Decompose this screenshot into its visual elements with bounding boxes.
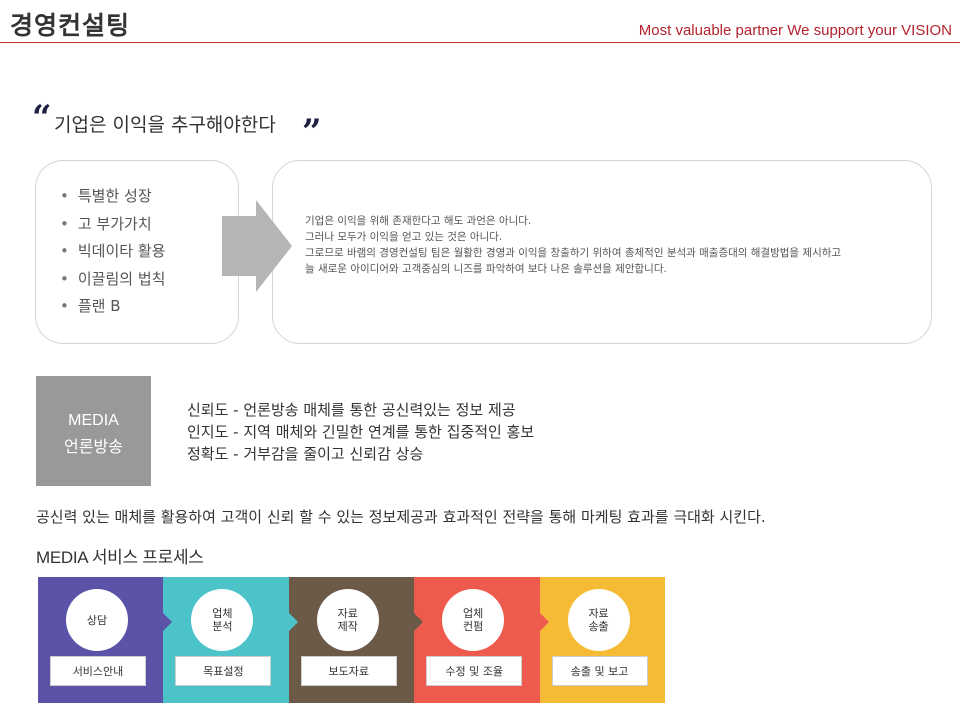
description-text: 기업은 이익을 위해 존재한다고 해도 과언은 아니다. 그러나 모두가 이익을… (305, 213, 935, 277)
step-arrow-icon (288, 613, 298, 631)
right-arrow-icon (222, 200, 292, 292)
step-circle: 업체 컨펌 (442, 589, 505, 651)
process-step-analysis: 업체 분석 목표설정 (163, 577, 298, 703)
step-circle-line: 송출 (588, 620, 609, 633)
media-benefits-list: 신뢰도 - 언론방송 매체를 통한 공신력있는 정보 제공 인지도 - 지역 매… (187, 400, 534, 466)
step-label: 보도자료 (300, 656, 397, 686)
process-step-consult: 상담 서비스안내 (38, 577, 173, 703)
media-badge-subtitle: 언론방송 (64, 437, 123, 456)
description-line: 기업은 이익을 위해 존재한다고 해도 과언은 아니다. (305, 215, 532, 227)
process-flow: 상담 서비스안내 업체 분석 목표설정 자료 제작 보도자료 업체 컨펌 수정 … (38, 577, 665, 703)
process-step-transmit: 자료 송출 송출 및 보고 (539, 577, 665, 703)
description-line: 그러나 모두가 이익을 얻고 있는 것은 아니다. (305, 231, 503, 243)
description-line: 늘 새로운 아이디어와 고객중심의 니즈를 파악하여 보다 나은 솔루션을 제안… (305, 263, 667, 275)
description-line: 그로므로 바램의 경영컨설팅 팀은 월활한 경영과 이익을 창출하기 위하여 총… (305, 247, 842, 259)
page-title: 경영컨설팅 (10, 11, 131, 40)
keyword-item: 이끌림의 법칙 (60, 268, 166, 296)
step-label: 송출 및 보고 (551, 656, 648, 686)
step-circle: 자료 송출 (567, 589, 630, 651)
step-arrow-icon (163, 613, 173, 631)
step-circle: 상담 (66, 589, 128, 651)
step-circle-line: 자료 (337, 607, 358, 620)
media-benefit-item: 인지도 - 지역 매체와 긴밀한 연계를 통한 집중적인 홍보 (187, 423, 535, 441)
close-quote-icon: ” (302, 112, 322, 152)
step-circle: 자료 제작 (316, 589, 379, 651)
header-slogan: Most valuable partner We support your VI… (638, 22, 952, 39)
step-label: 서비스안내 (50, 656, 146, 686)
step-circle-line: 컨펌 (463, 620, 484, 633)
page-header: 경영컨설팅 Most valuable partner We support y… (0, 0, 960, 46)
header-divider (0, 42, 960, 43)
quote-text: 기업은 이익을 추구해야한다 (54, 114, 276, 136)
keywords-list: 특별한 성장 고 부가가치 빅데이타 활용 이끌림의 법칙 플랜 B (60, 185, 166, 323)
media-badge: MEDIA 언론방송 (36, 376, 151, 486)
step-circle-line: 업체 (212, 607, 233, 620)
step-label: 목표설정 (175, 656, 272, 686)
description-panel: 기업은 이익을 위해 존재한다고 해도 과언은 아니다. 그러나 모두가 이익을… (272, 160, 932, 344)
step-circle-line: 자료 (588, 607, 609, 620)
step-circle-line: 분석 (212, 620, 233, 633)
keywords-panel: 특별한 성장 고 부가가치 빅데이타 활용 이끌림의 법칙 플랜 B (35, 160, 239, 344)
step-circle-line: 상담 (86, 613, 108, 627)
step-circle-line: 업체 (463, 607, 484, 620)
step-arrow-icon (539, 613, 549, 631)
media-badge-title: MEDIA (68, 412, 119, 429)
step-arrow-icon (414, 613, 424, 631)
media-benefit-item: 정확도 - 거부감을 줄이고 신뢰감 상승 (187, 445, 424, 463)
process-step-confirm: 업체 컨펌 수정 및 조율 (414, 577, 549, 703)
process-title: MEDIA 서비스 프로세스 (36, 548, 204, 567)
summary-text: 공신력 있는 매체를 활용하여 고객이 신뢰 할 수 있는 정보제공과 효과적인… (36, 508, 766, 526)
keyword-item: 특별한 성장 (60, 185, 165, 213)
keyword-item: 빅데이타 활용 (60, 240, 166, 268)
keyword-item: 플랜 B (60, 295, 165, 323)
keyword-item: 고 부가가치 (60, 213, 165, 241)
process-step-production: 자료 제작 보도자료 (288, 577, 424, 703)
open-quote-icon: “ (32, 98, 52, 138)
step-circle-line: 제작 (337, 620, 358, 633)
step-circle: 업체 분석 (191, 589, 254, 651)
step-label: 수정 및 조율 (426, 656, 523, 686)
media-benefit-item: 신뢰도 - 언론방송 매체를 통한 공신력있는 정보 제공 (187, 401, 516, 419)
